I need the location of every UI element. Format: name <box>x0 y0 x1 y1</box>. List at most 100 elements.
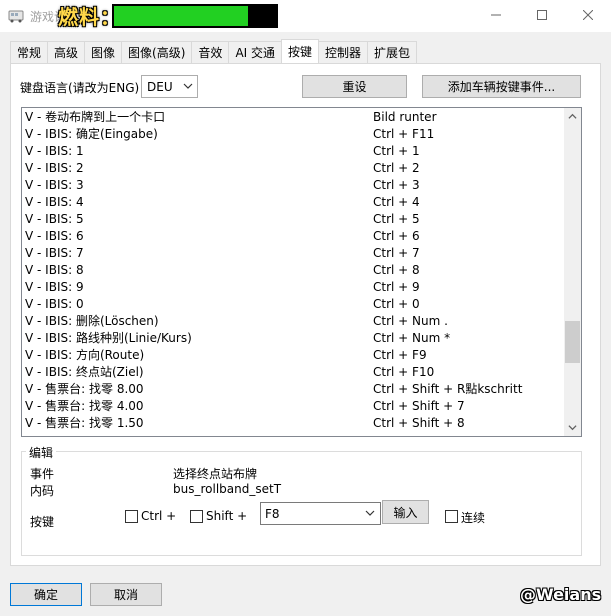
close-button[interactable] <box>565 0 611 30</box>
key-label: 按键 <box>30 515 55 529</box>
ok-button[interactable]: 确定 <box>10 583 82 606</box>
binding-key: Ctrl + Shift + 7 <box>373 399 465 413</box>
bus-app-icon <box>8 10 24 23</box>
binding-key: Ctrl + 6 <box>373 229 420 243</box>
binding-key: Ctrl + 3 <box>373 178 420 192</box>
event-value: 选择终点站布牌 <box>173 467 258 481</box>
shift-checkbox-label: Shift + <box>206 509 248 523</box>
watermark: @Weians <box>520 585 602 604</box>
list-item[interactable]: V - IBIS: 删除(Löschen) Ctrl + Num . <box>22 313 565 330</box>
binding-key: Ctrl + Shift + R點kschritt <box>373 382 523 396</box>
binding-event: V - IBIS: 1 <box>25 144 84 158</box>
list-item[interactable]: V - IBIS: 4 Ctrl + 4 <box>22 194 565 211</box>
list-item[interactable]: V - IBIS: 终点站(Ziel) Ctrl + F10 <box>22 364 565 381</box>
list-item[interactable]: V - 售票台: 找零 1.50 Ctrl + Shift + 8 <box>22 415 565 432</box>
keyboard-language-value: DEU <box>147 79 173 94</box>
reset-button[interactable]: 重设 <box>302 75 407 98</box>
tab-ai-traffic[interactable]: AI 交通 <box>228 41 283 63</box>
minimize-button[interactable] <box>473 0 519 30</box>
title-bar: 游戏设 燃料： <box>0 0 611 32</box>
binding-event: V - 售票台: 找零 1.50 <box>25 416 144 430</box>
binding-key: Ctrl + 7 <box>373 246 420 260</box>
binding-key: Ctrl + 1 <box>373 144 420 158</box>
event-label: 事件 <box>30 467 55 481</box>
binding-key: Ctrl + 8 <box>373 263 420 277</box>
binding-event: V - IBIS: 方向(Route) <box>25 348 145 362</box>
key-select[interactable]: F8 <box>260 502 381 525</box>
tab-addons[interactable]: 扩展包 <box>367 41 418 63</box>
binding-key: Bild runter <box>373 110 437 124</box>
binding-key: Ctrl + F11 <box>373 127 435 141</box>
binding-event: V - IBIS: 路线种别(Linie/Kurs) <box>25 331 192 345</box>
chevron-down-icon <box>183 83 193 89</box>
binding-event: V - IBIS: 6 <box>25 229 84 243</box>
binding-event: V - IBIS: 0 <box>25 297 84 311</box>
add-vehicle-key-event-button[interactable]: 添加车辆按键事件... <box>422 75 581 98</box>
tab-general[interactable]: 常规 <box>10 41 49 63</box>
keyboard-language-select[interactable]: DEU <box>141 75 198 98</box>
list-item[interactable]: V - IBIS: 路线种别(Linie/Kurs) Ctrl + Num * <box>22 330 565 347</box>
list-scrollbar[interactable] <box>564 108 581 436</box>
fuel-gauge-fill <box>114 6 248 26</box>
key-select-value: F8 <box>265 506 280 521</box>
tab-graphics-advanced[interactable]: 图像(高级) <box>121 41 193 63</box>
fuel-gauge <box>112 4 278 28</box>
scroll-up-button[interactable] <box>564 108 581 125</box>
binding-event: V - IBIS: 9 <box>25 280 84 294</box>
binding-event: V - IBIS: 8 <box>25 263 84 277</box>
list-item[interactable]: V - IBIS: 3 Ctrl + 3 <box>22 177 565 194</box>
list-item[interactable]: V - IBIS: 5 Ctrl + 5 <box>22 211 565 228</box>
binding-key: Ctrl + Num * <box>373 331 451 345</box>
list-item[interactable]: V - IBIS: 2 Ctrl + 2 <box>22 160 565 177</box>
binding-event: V - IBIS: 确定(Eingabe) <box>25 127 158 141</box>
binding-key: Ctrl + F10 <box>373 365 435 379</box>
list-item[interactable]: V - IBIS: 确定(Eingabe) Ctrl + F11 <box>22 126 565 143</box>
binding-event: V - IBIS: 7 <box>25 246 84 260</box>
list-item[interactable]: V - IBIS: 9 Ctrl + 9 <box>22 279 565 296</box>
list-item[interactable]: V - 售票台: 找零 8.00 Ctrl + Shift + R點kschrit… <box>22 381 565 398</box>
binding-key: Ctrl + 4 <box>373 195 420 209</box>
edit-group-title: 编辑 <box>26 444 57 461</box>
list-item[interactable]: V - IBIS: 1 Ctrl + 1 <box>22 143 565 160</box>
binding-key: Ctrl + Num . <box>373 314 448 328</box>
list-item[interactable]: V - IBIS: 方向(Route) Ctrl + F9 <box>22 347 565 364</box>
binding-key: Ctrl + 2 <box>373 161 420 175</box>
tab-sound[interactable]: 音效 <box>191 41 230 63</box>
list-item[interactable]: V - IBIS: 0 Ctrl + 0 <box>22 296 565 313</box>
binding-event: V - IBIS: 5 <box>25 212 84 226</box>
scroll-thumb[interactable] <box>565 321 580 363</box>
binding-event: V - 售票台: 找零 8.00 <box>25 382 144 396</box>
list-item[interactable]: V - 售票台: 找零 4.00 Ctrl + Shift + 7 <box>22 398 565 415</box>
chevron-down-icon <box>568 425 577 431</box>
continuous-checkbox[interactable] <box>445 510 458 523</box>
code-value: bus_rollband_setT <box>173 482 282 496</box>
binding-event: V - IBIS: 2 <box>25 161 84 175</box>
code-label: 内码 <box>30 484 55 498</box>
ctrl-checkbox[interactable] <box>125 510 138 523</box>
binding-event: V - 售票台: 找零 4.00 <box>25 399 144 413</box>
keyboard-language-label: 键盘语言(请改为ENG) <box>20 81 140 95</box>
binding-key: Ctrl + F9 <box>373 348 427 362</box>
key-binding-list[interactable]: V - 卷动布牌到上一个卡口 Bild runter V - IBIS: 确定(Ei… <box>21 107 582 437</box>
shift-checkbox[interactable] <box>190 510 203 523</box>
list-item[interactable]: V - IBIS: 6 Ctrl + 6 <box>22 228 565 245</box>
continuous-checkbox-label: 连续 <box>461 511 486 525</box>
cancel-button[interactable]: 取消 <box>90 583 162 606</box>
binding-event: V - IBIS: 终点站(Ziel) <box>25 365 144 379</box>
maximize-button[interactable] <box>519 0 565 30</box>
settings-tabs: 常规 高级 图像 图像(高级) 音效 AI 交通 按键 控制器 扩展包 <box>10 39 418 63</box>
tab-keys[interactable]: 按键 <box>281 39 320 63</box>
tab-graphics[interactable]: 图像 <box>84 41 123 63</box>
binding-event: V - IBIS: 删除(Löschen) <box>25 314 159 328</box>
close-icon <box>583 10 593 20</box>
binding-key: Ctrl + Shift + 8 <box>373 416 465 430</box>
list-item[interactable]: V - 卷动布牌到上一个卡口 Bild runter <box>22 109 565 126</box>
scroll-down-button[interactable] <box>564 419 581 436</box>
tab-advanced[interactable]: 高级 <box>47 41 86 63</box>
tab-controller[interactable]: 控制器 <box>318 41 369 63</box>
binding-event: V - IBIS: 3 <box>25 178 84 192</box>
input-key-button[interactable]: 输入 <box>382 500 429 524</box>
list-item[interactable]: V - IBIS: 7 Ctrl + 7 <box>22 245 565 262</box>
list-item[interactable]: V - IBIS: 8 Ctrl + 8 <box>22 262 565 279</box>
binding-key: Ctrl + 5 <box>373 212 420 226</box>
